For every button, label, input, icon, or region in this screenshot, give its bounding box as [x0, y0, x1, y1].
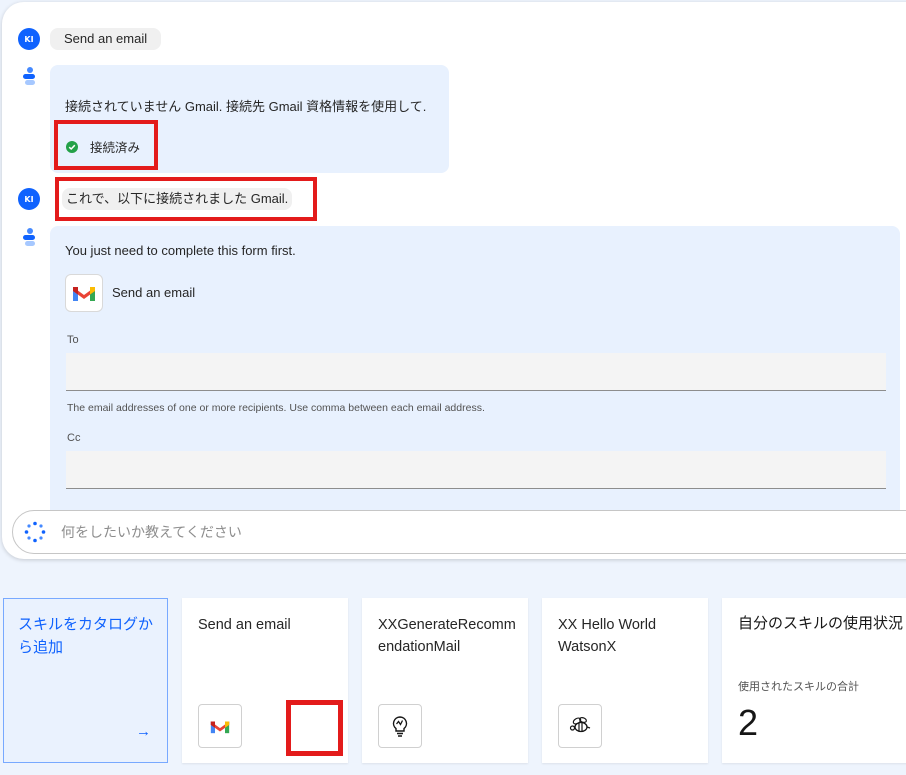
bee-icon [558, 704, 602, 748]
user-avatar: KI [18, 28, 40, 50]
to-hint: The email addresses of one or more recip… [67, 402, 485, 414]
connection-status: 接続済み [66, 137, 140, 156]
form-intro: You just need to complete this form firs… [65, 243, 296, 258]
skill-card[interactable]: XX Hello World WatsonX [542, 598, 708, 763]
check-circle-icon [66, 140, 78, 153]
highlight-box [286, 700, 343, 756]
cc-field[interactable] [66, 451, 886, 489]
usage-total-label: 使用されたスキルの合計 [738, 681, 859, 693]
skill-card[interactable]: Send an email [182, 598, 348, 763]
skill-card[interactable]: XXGenerateRecommendationMail [362, 598, 528, 763]
chat-input[interactable] [61, 521, 661, 543]
user-message: Send an email [50, 28, 162, 50]
bot-form-message: You just need to complete this form firs… [50, 226, 900, 516]
usage-total-value: 2 [738, 702, 759, 743]
assistant-icon [23, 67, 35, 85]
gmail-icon [198, 704, 242, 748]
to-label: To [67, 334, 79, 346]
skill-card-title: Send an email [198, 617, 291, 633]
arrow-right-icon: → [136, 723, 151, 740]
add-skill-label: スキルをカタログから追加 [18, 616, 154, 656]
skill-name: Send an email [112, 285, 196, 300]
bot-message-text: 接続されていません Gmail. 接続先 Gmail 資格情報を使用して. [65, 99, 427, 114]
lightbulb-icon [378, 704, 422, 748]
user-avatar: KI [18, 188, 40, 210]
chat-input-bar[interactable] [12, 510, 906, 554]
gmail-icon [65, 274, 103, 312]
bot-message: 接続されていません Gmail. 接続先 Gmail 資格情報を使用して. 接続… [50, 65, 449, 173]
chat-panel: KI Send an email 接続されていません Gmail. 接続先 Gm… [2, 2, 906, 559]
skill-usage-card: 自分のスキルの使用状況 使用されたスキルの合計 2 [722, 598, 906, 763]
user-message: これで、以下に接続されました Gmail. [62, 188, 293, 210]
skill-card-title: XXGenerateRecommendationMail [378, 617, 516, 655]
add-skill-card[interactable]: スキルをカタログから追加 → [3, 598, 168, 763]
ai-spinner-icon [24, 521, 46, 543]
cc-label: Cc [67, 432, 81, 444]
to-field[interactable] [66, 353, 886, 391]
usage-title: 自分のスキルの使用状況 [738, 615, 904, 632]
connected-label: 接続済み [90, 141, 141, 155]
assistant-icon [23, 228, 35, 246]
skill-card-title: XX Hello World WatsonX [558, 617, 657, 655]
